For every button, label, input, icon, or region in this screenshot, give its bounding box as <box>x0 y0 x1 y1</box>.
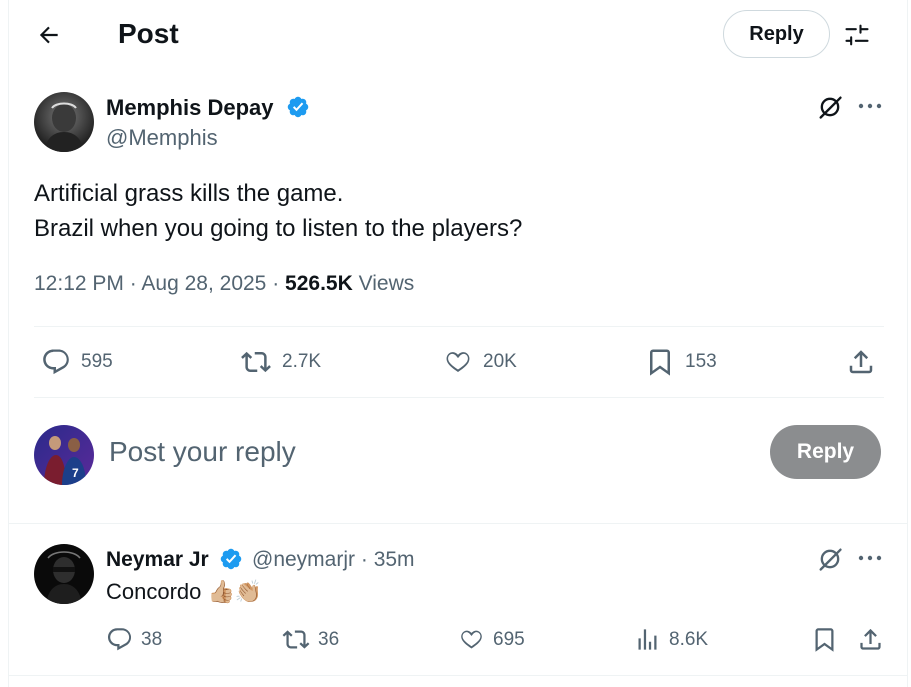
more-icon[interactable] <box>858 102 882 110</box>
post-text-line: Brazil when you going to listen to the p… <box>34 215 523 242</box>
tune-icon[interactable] <box>843 21 871 49</box>
post-text-line: Artificial grass kills the game. <box>34 180 344 207</box>
separator: · <box>129 272 142 295</box>
like-icon <box>458 626 485 653</box>
post-text: Artificial grass kills the game. Brazil … <box>34 176 522 246</box>
post-date[interactable]: Aug 28, 2025 <box>141 272 266 295</box>
verified-icon <box>219 547 243 571</box>
svg-text:7: 7 <box>72 466 79 480</box>
divider <box>9 523 908 524</box>
reply-count: 38 <box>141 628 163 650</box>
share-icon[interactable] <box>846 347 876 377</box>
reply-meta: @neymarjr · 35m <box>252 548 415 572</box>
author-handle[interactable]: @Memphis <box>106 125 218 151</box>
repost-action[interactable]: 2.7K <box>240 347 321 377</box>
verified-icon <box>286 95 310 119</box>
repost-icon <box>240 347 272 377</box>
views-label: Views <box>358 272 415 295</box>
repost-count: 2.7K <box>282 351 322 372</box>
my-avatar[interactable]: 7 <box>34 425 94 485</box>
post-meta: 12:12 PM · Aug 28, 2025 · 526.5K Views <box>34 272 414 296</box>
views-count: 8.6K <box>669 628 709 650</box>
like-count: 695 <box>493 628 525 650</box>
like-icon <box>443 347 473 377</box>
reply-author-name[interactable]: Neymar Jr <box>106 548 209 572</box>
reply-views-action[interactable]: 8.6K <box>634 626 708 653</box>
reply-repost-action[interactable]: 36 <box>282 626 339 653</box>
views-count: 526.5K <box>285 272 353 295</box>
repost-icon <box>282 626 310 653</box>
reply-icon <box>41 347 71 377</box>
page-title: Post <box>118 18 179 49</box>
reply-submit-button[interactable]: Reply <box>770 425 881 479</box>
grok-icon[interactable] <box>816 545 844 573</box>
author-avatar[interactable] <box>34 92 94 152</box>
bookmark-icon <box>645 347 675 377</box>
repost-count: 36 <box>318 628 340 650</box>
reply-text: Concordo 👍🏼👏🏼 <box>106 579 263 604</box>
reply-filter-button[interactable]: Reply <box>723 10 830 58</box>
like-count: 20K <box>483 351 517 372</box>
reply-time[interactable]: 35m <box>374 548 415 571</box>
reply-author-handle[interactable]: @neymarjr <box>252 548 355 571</box>
divider <box>34 326 884 327</box>
reply-count: 595 <box>81 351 113 372</box>
views-icon <box>634 626 661 653</box>
author-name[interactable]: Memphis Depay <box>106 95 274 121</box>
bookmark-icon[interactable] <box>811 626 838 653</box>
bookmark-action[interactable]: 153 <box>645 347 717 377</box>
share-icon[interactable] <box>857 626 884 653</box>
like-action[interactable]: 20K <box>443 347 517 377</box>
more-icon[interactable] <box>858 554 882 562</box>
divider <box>34 397 884 398</box>
bookmark-count: 153 <box>685 351 717 372</box>
reply-author-avatar[interactable] <box>34 544 94 604</box>
separator: · <box>272 272 286 295</box>
reply-icon <box>106 626 133 653</box>
reply-action[interactable]: 595 <box>41 347 113 377</box>
back-arrow-icon[interactable] <box>36 22 62 48</box>
post-time[interactable]: 12:12 PM <box>34 272 124 295</box>
divider <box>9 675 908 676</box>
reply-input[interactable]: Post your reply <box>109 436 296 468</box>
reply-reply-action[interactable]: 38 <box>106 626 162 653</box>
grok-icon[interactable] <box>816 93 844 121</box>
separator: · <box>360 548 374 571</box>
reply-like-action[interactable]: 695 <box>458 626 525 653</box>
